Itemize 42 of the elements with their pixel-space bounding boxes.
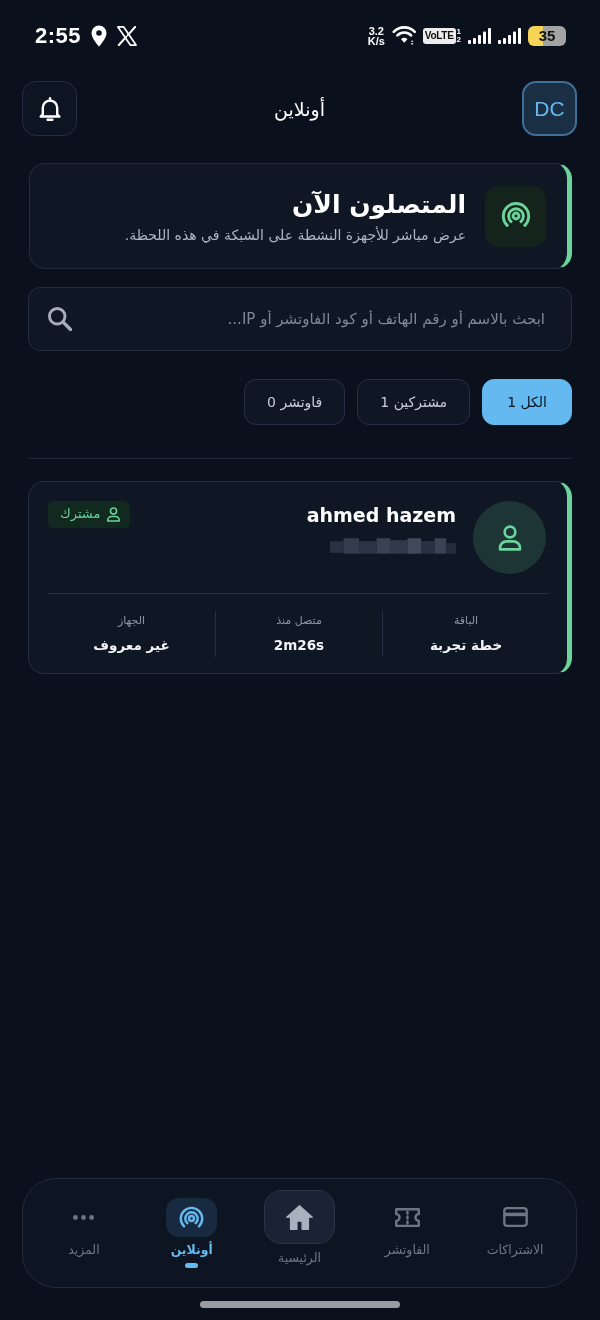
nav-tab[interactable]: أونلاين: [137, 1179, 246, 1287]
network-speed-unit: K/s: [367, 36, 385, 46]
broadcast-icon: [485, 185, 546, 247]
profile-button[interactable]: DC: [522, 81, 577, 136]
nav-tab[interactable]: الرئيسية: [245, 1179, 354, 1287]
nav-tab[interactable]: المزيد: [30, 1179, 138, 1287]
filter-tab[interactable]: مشتركين 1: [357, 379, 471, 425]
field-label: الباقة: [453, 614, 479, 628]
signal-bars-icon: [468, 28, 491, 44]
broadcast-icon: [166, 1197, 218, 1237]
field-label: متصل منذ: [276, 614, 322, 628]
wifi-icon: [391, 26, 416, 46]
card-title: المتصلون الآن: [292, 189, 466, 221]
filter-tab[interactable]: فاوتشر 0: [244, 379, 346, 425]
network-speed-value: 3.2: [368, 26, 384, 36]
card-icon: [502, 1207, 528, 1227]
page-title: أونلاين: [274, 97, 325, 120]
bell-icon: [38, 96, 61, 121]
ticket-icon: [394, 1207, 420, 1227]
signal-bars-icon: [498, 28, 521, 44]
sim-number: 1: [456, 28, 461, 36]
filter-tab[interactable]: الكل 1: [482, 379, 572, 425]
location-pin-icon: [91, 25, 108, 47]
field-value: 2m26s: [273, 636, 325, 654]
more-dots-icon: [73, 1214, 95, 1220]
home-icon: [264, 1190, 335, 1244]
search-icon: [48, 307, 72, 331]
badge-label: مشترك: [60, 505, 101, 523]
sim-number: 2: [456, 36, 461, 44]
user-name: ahmed hazem: [306, 503, 456, 527]
clock-time: 2:55: [35, 23, 82, 49]
volte-indicator: VoLTE: [422, 28, 456, 44]
card-subtitle: عرض مباشر للأجهزة النشطة على الشبكة في هذه اللحظة.: [124, 227, 466, 243]
active-indicator: [185, 1263, 199, 1268]
person-icon: [107, 506, 121, 522]
field-label: الجهاز: [117, 614, 146, 628]
field-value: خطة تجربة: [429, 636, 503, 654]
nav-tab[interactable]: الفاوتشر: [353, 1179, 462, 1287]
notifications-button[interactable]: [22, 81, 77, 136]
nav-tab[interactable]: الاشتراكات: [461, 1179, 569, 1287]
x-logo-icon: [117, 26, 138, 46]
field-value: غير معروف: [93, 636, 170, 654]
